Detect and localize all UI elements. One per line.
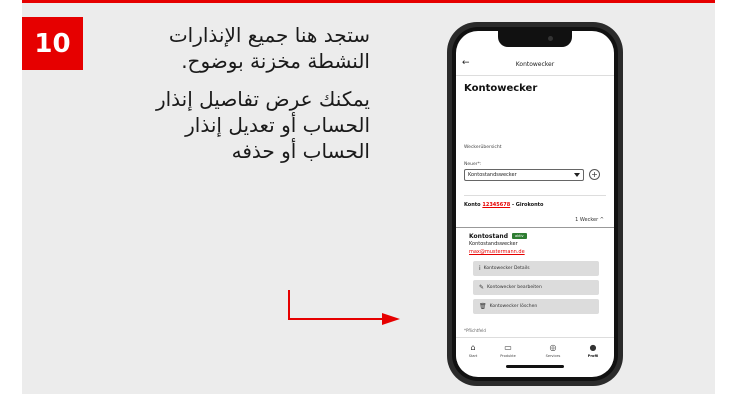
instruction-paragraph-2: يمكنك عرض تفاصيل إنذار الحساب أو تعديل إ… xyxy=(155,87,370,163)
alarm-count-toggle[interactable]: 1 Wecker ^ xyxy=(575,217,604,223)
user-icon: ● xyxy=(589,343,597,352)
delete-button[interactable]: 🗑 Kontowecker löschen xyxy=(473,299,599,314)
info-icon: i xyxy=(479,265,481,272)
phone-mockup: ← Kontowecker Kontowecker Weckerübersich… xyxy=(447,22,623,386)
account-line: Konto 12345678 - Girokonto xyxy=(464,202,544,208)
account-number-link[interactable]: 12345678 xyxy=(482,202,510,208)
tab-profil[interactable]: ● Profil xyxy=(578,343,608,358)
header-title: Kontowecker xyxy=(515,61,555,68)
details-button[interactable]: i Kontowecker Details xyxy=(473,261,599,276)
alarm-email-link[interactable]: max@mustermann.de xyxy=(469,249,525,255)
tab-label: Services xyxy=(545,354,561,358)
new-alarm-label: Neuer*: xyxy=(464,162,482,167)
chevron-up-icon: ^ xyxy=(599,217,604,223)
divider xyxy=(456,227,614,228)
tab-services[interactable]: ◎ Services xyxy=(538,343,568,358)
header-divider xyxy=(456,75,614,76)
instruction-paragraph-1: ستجد هنا جميع الإنذارات النشطة مخزنة بوض… xyxy=(168,23,370,73)
page-title: Kontowecker xyxy=(464,83,538,94)
step-number-badge: 10 xyxy=(22,17,83,70)
edit-button[interactable]: ✎ Kontowecker bearbeiten xyxy=(473,280,599,295)
home-icon: ⌂ xyxy=(470,343,476,352)
top-accent-line xyxy=(22,0,715,3)
alarm-type: Kontostandswecker xyxy=(469,241,518,247)
status-badge: aktiv xyxy=(512,233,527,239)
tab-start[interactable]: ⌂ Start xyxy=(458,343,488,358)
services-icon: ◎ xyxy=(549,343,557,352)
delete-label: Kontowecker löschen xyxy=(489,304,538,309)
new-alarm-select[interactable]: Kontostandswecker xyxy=(464,169,584,181)
required-footnote: *Pflichtfeld xyxy=(464,328,486,333)
pointer-arrow-horizontal xyxy=(288,318,384,320)
trash-icon: 🗑 xyxy=(479,303,487,310)
select-value: Kontostandswecker xyxy=(468,172,517,178)
account-prefix: Konto xyxy=(464,202,483,208)
tab-label: Start xyxy=(468,354,478,358)
tab-label: Produkte xyxy=(500,354,516,358)
add-alarm-button[interactable]: + xyxy=(589,169,600,180)
section-label: Weckerübersicht xyxy=(464,145,502,150)
alarm-count: 1 Wecker xyxy=(575,217,599,223)
divider xyxy=(464,195,606,196)
pointer-arrow-vertical xyxy=(288,290,290,320)
alarm-name: Kontostand xyxy=(469,233,508,240)
home-indicator xyxy=(506,365,564,368)
phone-notch xyxy=(498,31,572,47)
pointer-arrow-head-icon xyxy=(382,313,400,325)
pencil-icon: ✎ xyxy=(479,284,485,291)
chevron-down-icon xyxy=(574,173,580,177)
phone-screen: ← Kontowecker Kontowecker Weckerübersich… xyxy=(456,31,614,377)
camera-icon xyxy=(548,36,553,41)
instruction-text: ستجد هنا جميع الإنذارات النشطة مخزنة بوض… xyxy=(120,22,370,176)
app-header: ← Kontowecker xyxy=(456,55,614,75)
box-icon: ▭ xyxy=(504,343,512,352)
details-label: Kontowecker Details xyxy=(483,266,530,271)
tab-label: Profil xyxy=(587,354,599,358)
edit-label: Kontowecker bearbeiten xyxy=(487,285,542,290)
tab-produkte[interactable]: ▭ Produkte xyxy=(493,343,523,358)
account-suffix: - Girokonto xyxy=(510,202,544,208)
